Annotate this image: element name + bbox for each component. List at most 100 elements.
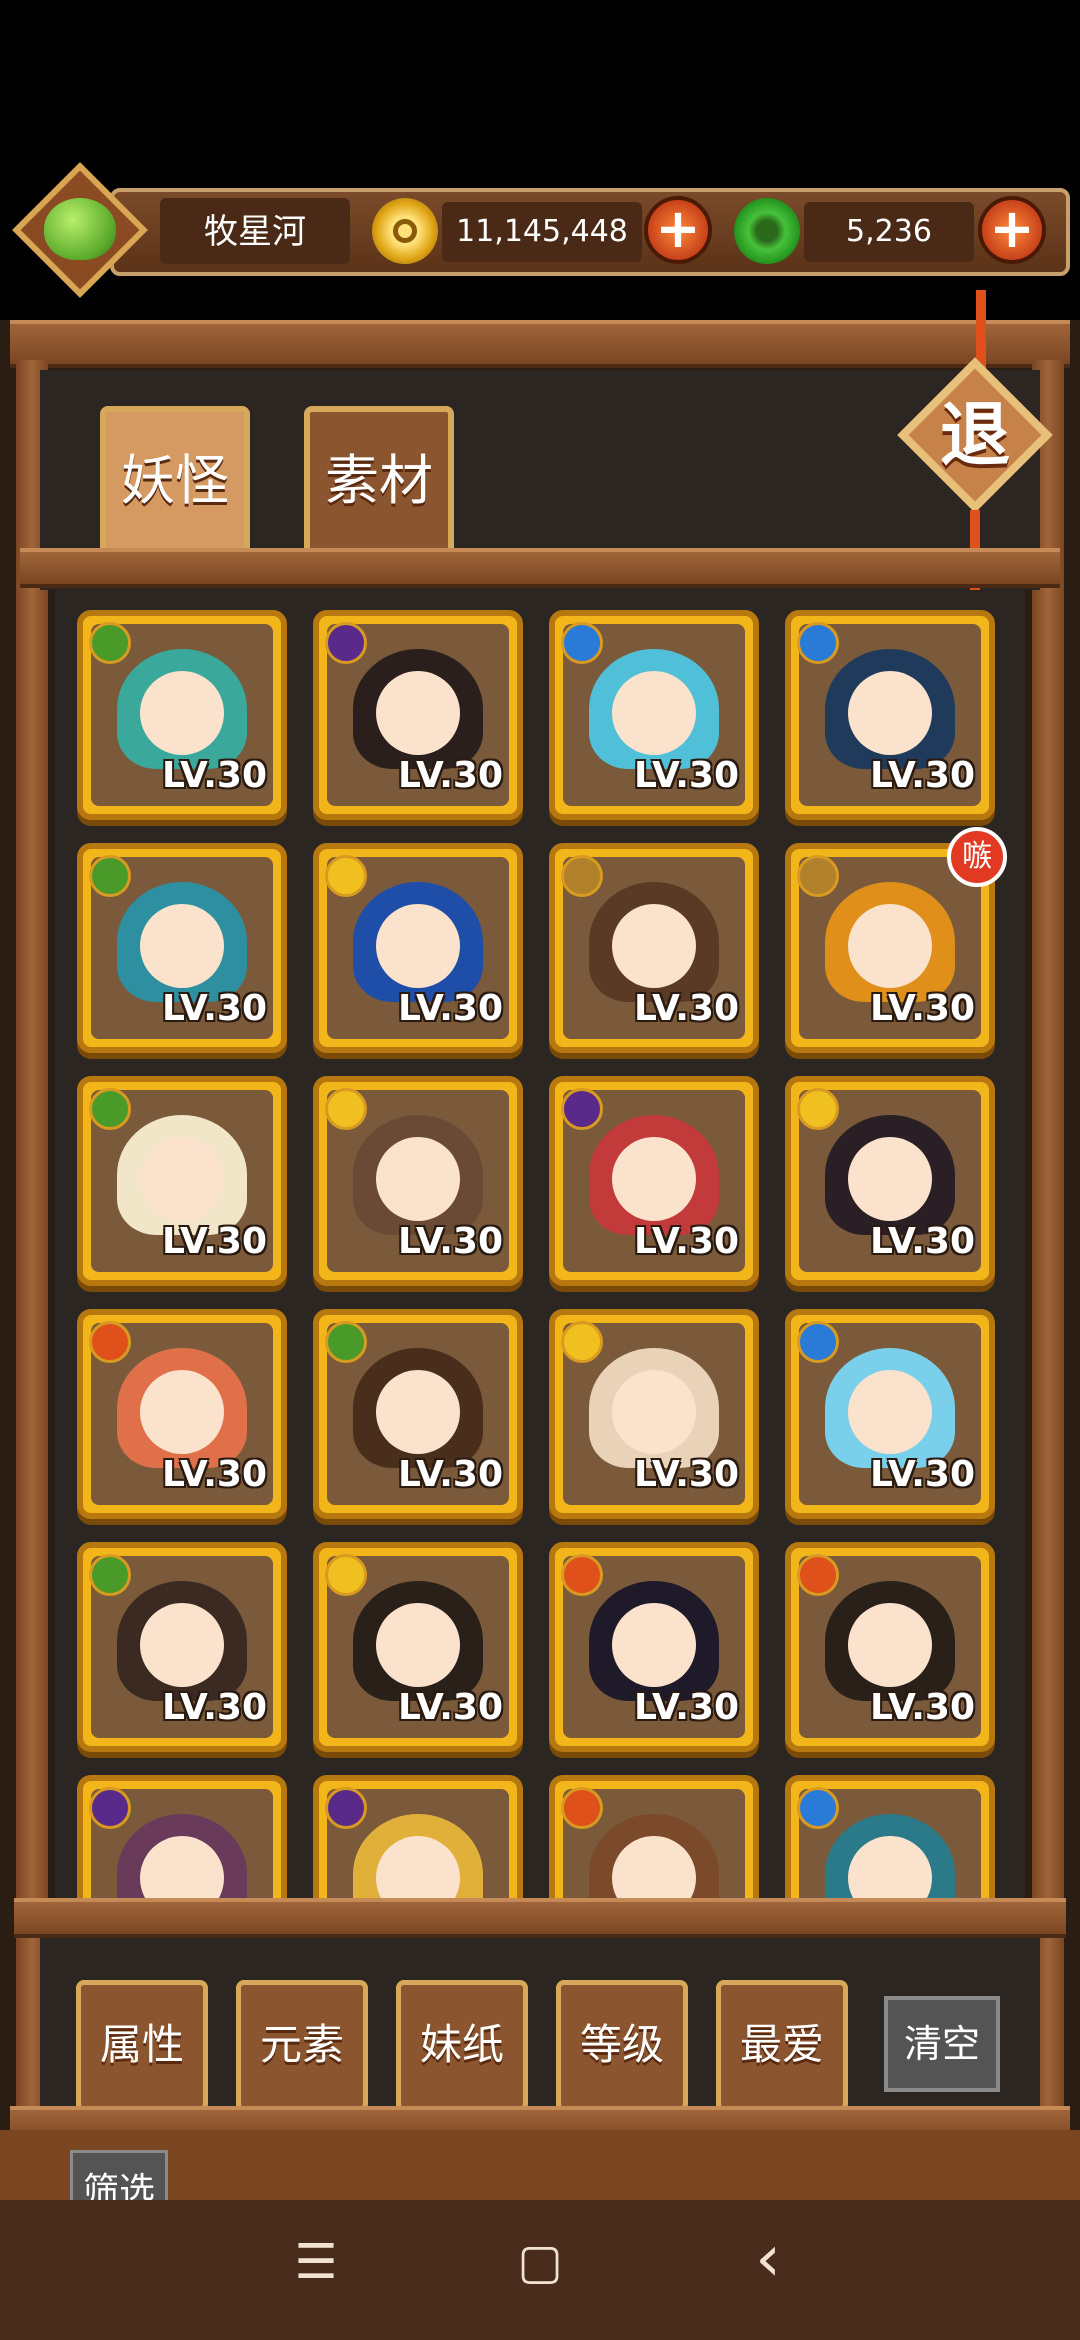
monster-face xyxy=(848,1603,932,1688)
earth-element-icon xyxy=(797,855,839,897)
monster-level: LV.30 xyxy=(162,755,267,796)
filter-girl-button[interactable]: 妹纸 xyxy=(396,1980,528,2112)
monster-level: LV.30 xyxy=(634,1454,739,1495)
filter-element-button[interactable]: 元素 xyxy=(236,1980,368,2112)
add-jade-button[interactable]: + xyxy=(978,196,1046,264)
monster-card[interactable]: LV.30 xyxy=(77,1076,287,1286)
monster-level: LV.30 xyxy=(398,988,503,1029)
monster-card[interactable]: LV.30 xyxy=(313,843,523,1053)
monster-level: LV.30 xyxy=(398,755,503,796)
cabinet-left-post xyxy=(16,360,48,2120)
leaf-element-icon xyxy=(325,1321,367,1363)
monster-face xyxy=(376,1603,460,1688)
monster-card[interactable]: LV.30 xyxy=(313,1542,523,1752)
filter-favorite-button[interactable]: 最爱 xyxy=(716,1980,848,2112)
jade-coin-icon xyxy=(734,198,800,264)
monster-level: LV.30 xyxy=(634,1221,739,1262)
monster-level: LV.30 xyxy=(162,1454,267,1495)
moon-element-icon xyxy=(325,1787,367,1829)
leaf-element-icon xyxy=(89,622,131,664)
monster-level: LV.30 xyxy=(162,988,267,1029)
monster-card[interactable]: LV.30 xyxy=(313,1076,523,1286)
monster-face xyxy=(612,1137,696,1222)
monster-card[interactable]: LV.30 xyxy=(77,1309,287,1519)
monster-face xyxy=(376,904,460,989)
monster-face xyxy=(376,1370,460,1455)
monster-face xyxy=(612,1603,696,1688)
back-icon[interactable]: ‹ xyxy=(728,2222,808,2296)
monster-face xyxy=(140,1370,224,1455)
system-nav-bar: ☰ ▢ ‹ xyxy=(0,2200,1080,2340)
home-icon[interactable]: ▢ xyxy=(500,2234,580,2290)
monster-level: LV.30 xyxy=(398,1454,503,1495)
leaf-element-icon xyxy=(89,1088,131,1130)
fire-element-icon xyxy=(797,1554,839,1596)
exit-cord-top xyxy=(976,290,986,370)
monster-level: LV.30 xyxy=(870,755,975,796)
monster-card[interactable]: LV.30 xyxy=(785,610,995,820)
monster-card[interactable]: LV.30 xyxy=(785,1542,995,1752)
monster-card[interactable]: LV.30 xyxy=(785,1309,995,1519)
sun-element-icon xyxy=(561,1321,603,1363)
add-gold-button[interactable]: + xyxy=(644,196,712,264)
monster-card[interactable]: LV.30 xyxy=(549,1076,759,1286)
monster-card[interactable]: LV.30 xyxy=(785,1076,995,1286)
monster-level: LV.30 xyxy=(870,988,975,1029)
gold-amount: 11,145,448 xyxy=(456,214,628,249)
monster-card[interactable]: LV.30 xyxy=(549,1542,759,1752)
shelf-rail xyxy=(20,548,1060,588)
monster-level: LV.30 xyxy=(398,1687,503,1728)
monster-level: LV.30 xyxy=(870,1687,975,1728)
grid-bottom-rail xyxy=(14,1898,1066,1938)
monster-face xyxy=(848,904,932,989)
monster-card[interactable]: LV.30 xyxy=(77,610,287,820)
player-name: 牧星河 xyxy=(204,212,306,252)
monster-status-badge: 嗾 xyxy=(947,827,1007,887)
filter-attribute-button[interactable]: 属性 xyxy=(76,1980,208,2112)
moon-element-icon xyxy=(561,1088,603,1130)
fire-element-icon xyxy=(561,1787,603,1829)
monster-level: LV.30 xyxy=(398,1221,503,1262)
monster-card[interactable]: LV.30 xyxy=(77,1542,287,1752)
monster-level: LV.30 xyxy=(870,1454,975,1495)
monster-card[interactable]: LV.30 嗾 xyxy=(785,827,1007,1053)
sun-element-icon xyxy=(325,1554,367,1596)
monster-level: LV.30 xyxy=(634,1687,739,1728)
water-element-icon xyxy=(797,1321,839,1363)
monster-card[interactable]: LV.30 xyxy=(549,1309,759,1519)
monster-face xyxy=(376,671,460,756)
clear-filter-button[interactable]: 清空 xyxy=(884,1996,1000,2092)
monster-face xyxy=(376,1137,460,1222)
player-avatar[interactable] xyxy=(10,160,150,300)
exit-button[interactable]: 退 xyxy=(897,357,1053,513)
monster-face xyxy=(848,1370,932,1455)
water-element-icon xyxy=(797,622,839,664)
sun-element-icon xyxy=(325,1088,367,1130)
monster-card[interactable]: LV.30 xyxy=(77,843,287,1053)
monster-level: LV.30 xyxy=(162,1687,267,1728)
moon-element-icon xyxy=(325,622,367,664)
monster-face xyxy=(612,671,696,756)
tab-monsters[interactable]: 妖怪 xyxy=(100,406,250,556)
filter-level-button[interactable]: 等级 xyxy=(556,1980,688,2112)
monster-face xyxy=(140,671,224,756)
monster-card[interactable]: LV.30 xyxy=(549,843,759,1053)
sun-element-icon xyxy=(797,1088,839,1130)
monster-card[interactable]: LV.30 xyxy=(313,610,523,820)
menu-icon[interactable]: ☰ xyxy=(276,2234,356,2290)
frog-avatar-icon xyxy=(44,198,116,260)
gold-coin-icon xyxy=(372,198,438,264)
tab-materials[interactable]: 素材 xyxy=(304,406,454,556)
cabinet-right-post xyxy=(1032,360,1064,2120)
monster-face xyxy=(848,1137,932,1222)
sun-element-icon xyxy=(325,855,367,897)
resource-bar: 牧星河 11,145,448 + 5,236 + xyxy=(10,160,1070,300)
monster-level: LV.30 xyxy=(634,988,739,1029)
jade-amount: 5,236 xyxy=(846,214,932,249)
monster-face xyxy=(140,904,224,989)
monster-face xyxy=(140,1137,224,1222)
leaf-element-icon xyxy=(89,855,131,897)
water-element-icon xyxy=(797,1787,839,1829)
monster-card[interactable]: LV.30 xyxy=(313,1309,523,1519)
monster-card[interactable]: LV.30 xyxy=(549,610,759,820)
